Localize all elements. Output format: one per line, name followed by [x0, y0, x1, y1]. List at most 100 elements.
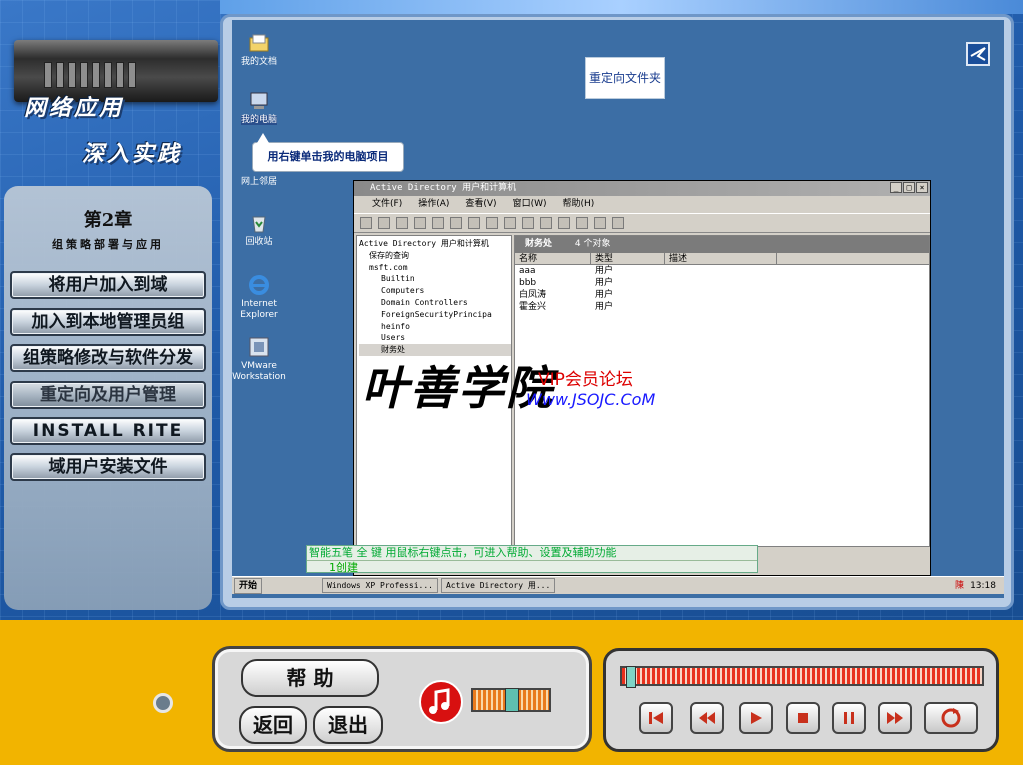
stop-icon	[798, 713, 808, 723]
desktop-icon-internet-explorer[interactable]: Internet Explorer	[231, 274, 287, 321]
table-row[interactable]: 白凤涛 用户	[515, 289, 929, 301]
user-icon[interactable]	[558, 217, 570, 229]
progress-bar[interactable]	[620, 666, 984, 688]
tree-node-heinfo[interactable]: heinfo	[359, 321, 511, 333]
menu-item-domain-install[interactable]: 域用户安装文件	[10, 453, 206, 481]
tree-node-builtin[interactable]: Builtin	[359, 273, 511, 285]
volume-slider[interactable]	[471, 688, 551, 712]
instruction-callout: 用右键单击我的电脑项目	[252, 133, 404, 172]
row-type: 用户	[595, 302, 614, 312]
copy-icon[interactable]	[450, 217, 462, 229]
column-description[interactable]: 描述	[665, 253, 777, 264]
table-row[interactable]: bbb 用户	[515, 277, 929, 289]
menu-view[interactable]: 查看(V)	[465, 196, 496, 213]
forward-icon[interactable]	[378, 217, 390, 229]
filter-icon[interactable]	[594, 217, 606, 229]
tree-node-root[interactable]: Active Directory 用户和计算机	[359, 238, 511, 250]
ime-candidate[interactable]: 1创建	[307, 560, 757, 574]
properties-icon[interactable]	[486, 217, 498, 229]
recycle-bin-icon	[248, 212, 270, 234]
progress-thumb[interactable]	[625, 666, 636, 688]
watermark-vip: VIP会员论坛	[538, 370, 633, 390]
vmware-icon	[248, 336, 270, 358]
menu-item-add-local-admin[interactable]: 加入到本地管理员组	[10, 308, 206, 336]
column-name[interactable]: 名称	[515, 253, 591, 264]
volume-thumb[interactable]	[505, 688, 519, 712]
help-button[interactable]: 帮 助	[241, 659, 379, 697]
rewind-button[interactable]	[690, 702, 724, 734]
desktop-icon-vmware[interactable]: VMware Workstation	[231, 336, 287, 383]
desktop-icon-label: 我的电脑	[240, 115, 277, 125]
export-icon[interactable]	[522, 217, 534, 229]
menu-item-add-user-to-domain[interactable]: 将用户加入到域	[10, 271, 206, 299]
play-button[interactable]	[739, 702, 773, 734]
fast-forward-icon	[887, 712, 903, 724]
stop-button[interactable]	[786, 702, 820, 734]
logo-line1: 网络应用	[24, 95, 125, 121]
minimize-button[interactable]: _	[890, 182, 902, 193]
tree-node-users[interactable]: Users	[359, 332, 511, 344]
logo-line2: 深入实践	[82, 141, 183, 167]
details-count: 4 个对象	[574, 239, 611, 249]
tree-node-computers[interactable]: Computers	[359, 285, 511, 297]
menu-help[interactable]: 帮助(H)	[563, 196, 595, 213]
my-computer-icon	[248, 90, 270, 112]
replay-icon	[941, 708, 961, 728]
tree-node-domain[interactable]: msft.com	[359, 262, 511, 274]
pause-button[interactable]	[832, 702, 866, 734]
close-button[interactable]: ×	[916, 182, 928, 193]
menu-item-group-policy[interactable]: 组策略修改与软件分发	[10, 344, 206, 372]
play-icon	[751, 712, 762, 724]
row-type: 用户	[595, 266, 614, 276]
find-icon[interactable]	[612, 217, 624, 229]
column-type[interactable]: 类型	[591, 253, 665, 264]
menu-bar: 文件(F) 操作(A) 查看(V) 窗口(W) 帮助(H)	[354, 196, 930, 213]
ime-indicator[interactable]: 陳	[955, 577, 964, 595]
tray-app-icon[interactable]	[966, 42, 990, 66]
delete-icon[interactable]	[468, 217, 480, 229]
menu-window[interactable]: 窗口(W)	[513, 196, 547, 213]
desktop-icon-recycle-bin[interactable]: 回收站	[231, 212, 287, 248]
replay-button[interactable]	[924, 702, 978, 734]
back-icon[interactable]	[360, 217, 372, 229]
row-type: 用户	[595, 290, 614, 300]
exit-button[interactable]: 退出	[313, 706, 383, 744]
start-button[interactable]: 开始	[234, 577, 263, 594]
row-name: aaa	[519, 266, 536, 276]
tree-node-domain-controllers[interactable]: Domain Controllers	[359, 297, 511, 309]
menu-item-install-rite[interactable]: INSTALL RITE	[10, 417, 206, 445]
group-icon[interactable]	[576, 217, 588, 229]
tree-node-saved-queries[interactable]: 保存的查询	[359, 250, 511, 262]
skip-start-icon	[649, 712, 663, 724]
system-tray: 陳 13:18	[955, 577, 1004, 595]
ime-key[interactable]: 键	[371, 546, 382, 559]
taskbar: 开始 Windows XP Professi... Active Directo…	[232, 576, 1004, 594]
tree-node-foreign-security[interactable]: ForeignSecurityPrincipa	[359, 309, 511, 321]
desktop-icon-label: Internet Explorer	[240, 299, 278, 320]
ime-status-line: 智能五笔 全 键 用鼠标右键点击，可进入帮助、设置及辅助功能	[307, 546, 757, 560]
desktop-icon-my-computer[interactable]: 我的电脑	[231, 90, 287, 126]
taskbar-item-windows-xp[interactable]: Windows XP Professi...	[322, 578, 438, 593]
maximize-button[interactable]: □	[903, 182, 915, 193]
music-note-icon[interactable]	[419, 680, 463, 724]
ime-hint: 用鼠标右键点击，可进入帮助、设置及辅助功能	[385, 546, 617, 559]
back-button[interactable]: 返回	[239, 706, 307, 744]
tree-icon[interactable]	[414, 217, 426, 229]
table-row[interactable]: aaa 用户	[515, 265, 929, 277]
drive-bay	[68, 62, 76, 88]
help-icon[interactable]	[540, 217, 552, 229]
up-icon[interactable]	[396, 217, 408, 229]
ime-mode[interactable]: 智能五笔	[309, 546, 353, 559]
table-row[interactable]: 霍金兴 用户	[515, 301, 929, 313]
menu-file[interactable]: 文件(F)	[372, 196, 402, 213]
taskbar-item-active-directory[interactable]: Active Directory 用...	[440, 578, 556, 593]
desktop-icon-my-documents[interactable]: 我的文档	[231, 32, 287, 68]
menu-item-redirect-users[interactable]: 重定向及用户管理	[10, 381, 206, 409]
skip-start-button[interactable]	[639, 702, 673, 734]
row-name: 白凤涛	[519, 290, 547, 300]
menu-action[interactable]: 操作(A)	[418, 196, 449, 213]
fast-forward-button[interactable]	[878, 702, 912, 734]
refresh-icon[interactable]	[504, 217, 516, 229]
ime-full[interactable]: 全	[357, 546, 368, 559]
cut-icon[interactable]	[432, 217, 444, 229]
